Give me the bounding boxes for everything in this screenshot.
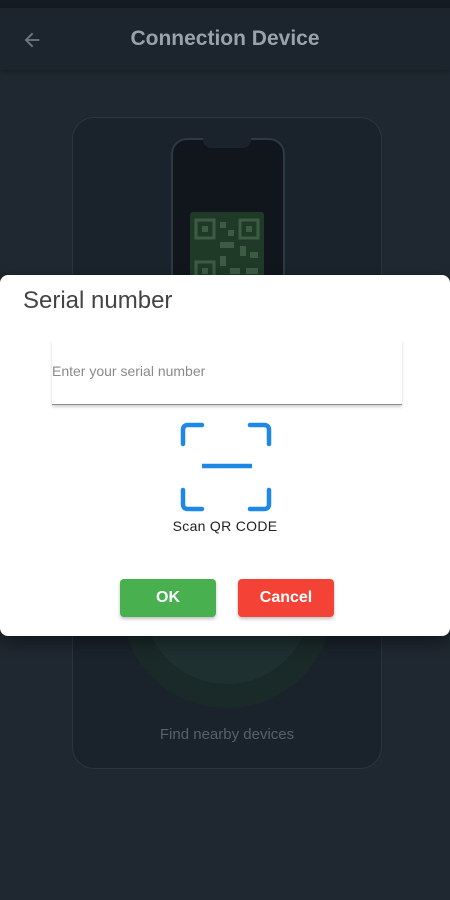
back-button[interactable] xyxy=(14,22,50,58)
app-bar: Connection Device xyxy=(0,8,450,70)
scan-qr-button[interactable] xyxy=(180,422,272,512)
page-title: Connection Device xyxy=(130,27,320,50)
serial-number-input[interactable] xyxy=(52,340,402,402)
serial-number-field xyxy=(52,340,402,405)
find-nearby-label: Find nearby devices xyxy=(159,726,295,743)
qr-scan-icon xyxy=(180,422,272,512)
ok-button[interactable]: OK xyxy=(120,579,216,617)
dialog-title: Serial number xyxy=(23,287,173,314)
status-bar xyxy=(0,0,450,8)
serial-number-dialog: Serial number Scan QR CODE OK Cancel xyxy=(0,275,450,636)
phone-notch xyxy=(203,138,251,148)
arrow-left-icon xyxy=(24,32,40,48)
scan-qr-label: Scan QR CODE xyxy=(172,518,278,534)
cancel-button[interactable]: Cancel xyxy=(238,579,334,617)
